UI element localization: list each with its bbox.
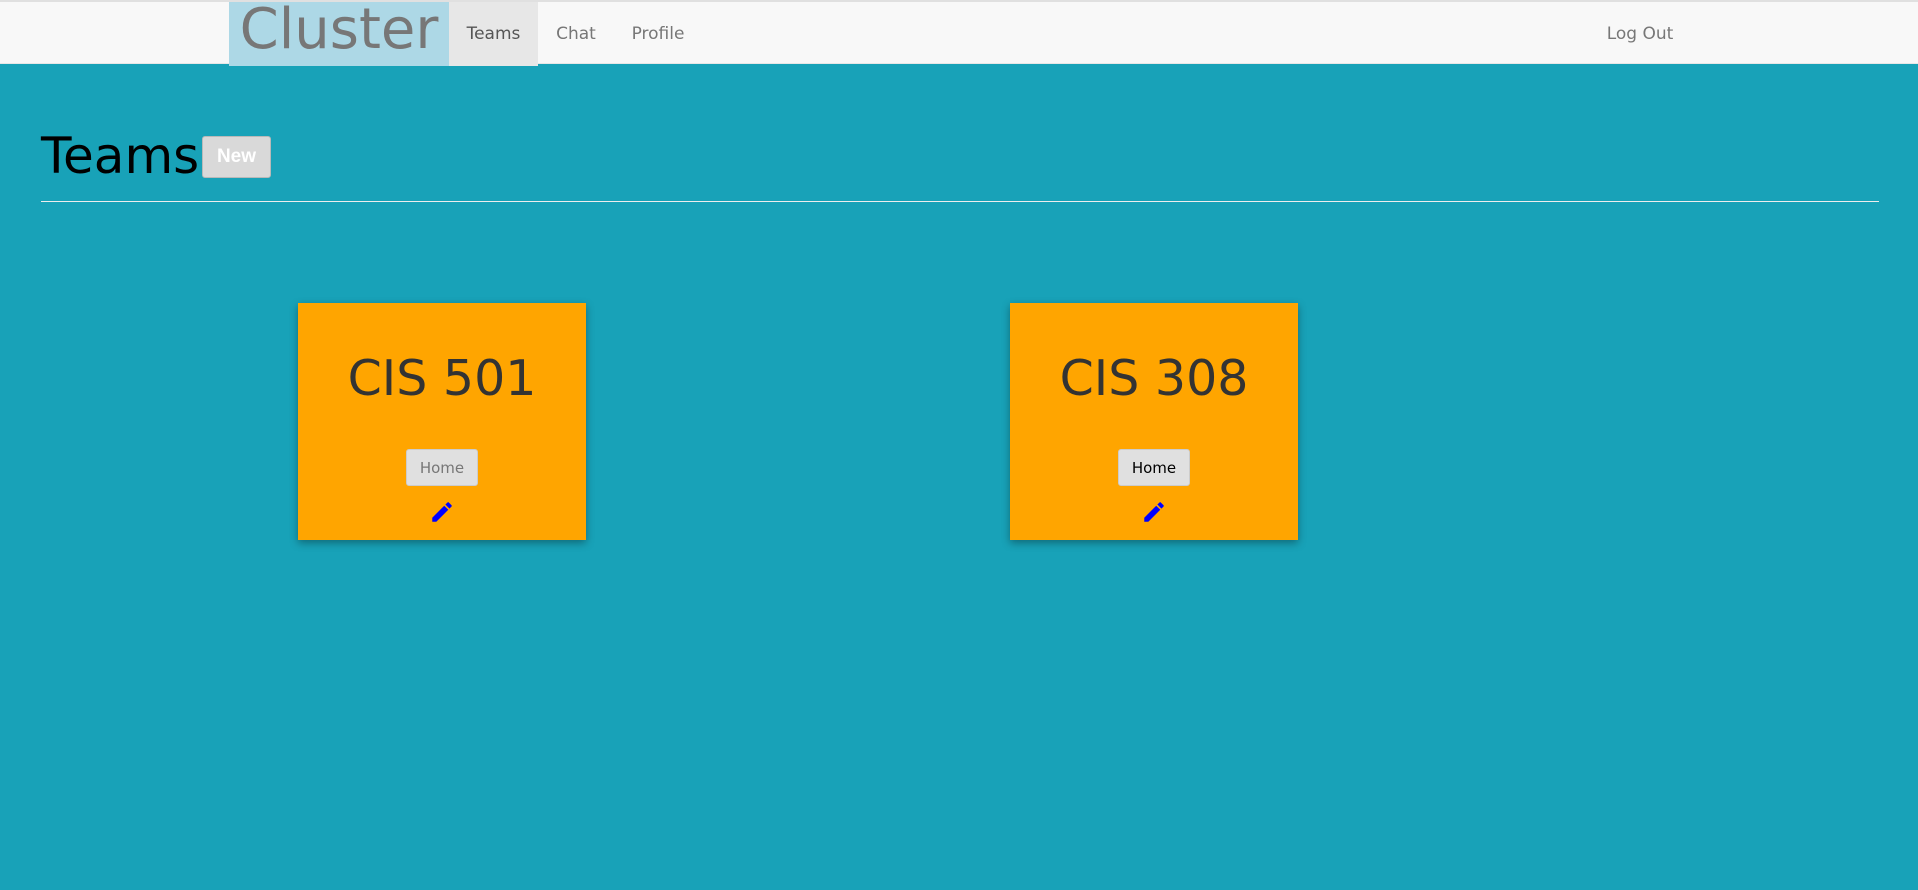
logout-link[interactable]: Log Out: [1590, 2, 1690, 66]
new-team-button[interactable]: New: [202, 136, 271, 178]
brand-logo[interactable]: Cluster: [229, 2, 449, 66]
nav-profile-link[interactable]: Profile: [614, 2, 702, 66]
team-card: CIS 308 Home: [1010, 303, 1298, 540]
team-home-button[interactable]: Home: [406, 449, 478, 486]
nav-teams-link[interactable]: Teams: [449, 2, 538, 66]
pencil-icon[interactable]: [1141, 499, 1167, 525]
team-home-button[interactable]: Home: [1118, 449, 1190, 486]
team-name: CIS 308: [1059, 350, 1249, 407]
page-header: Teams New: [41, 120, 1879, 202]
page-title: Teams: [41, 127, 200, 185]
team-card: CIS 501 Home: [298, 303, 586, 540]
top-navbar: Cluster Teams Chat Profile Log Out: [0, 0, 1918, 66]
team-name: CIS 501: [347, 350, 537, 407]
nav-chat-link[interactable]: Chat: [538, 2, 614, 66]
pencil-icon[interactable]: [429, 499, 455, 525]
